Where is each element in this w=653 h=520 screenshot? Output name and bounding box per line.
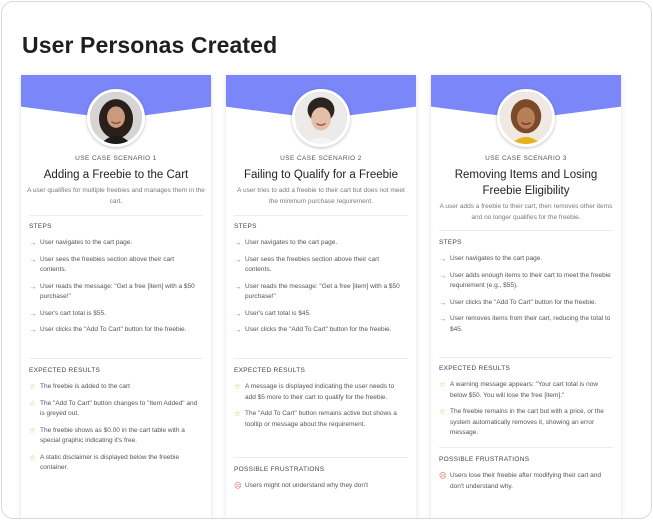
scenario-description: A user adds a freebie to their cart, the…	[439, 203, 613, 221]
persona-card-2: USE CASE SCENARIO 2 Failing to Qualify f…	[226, 75, 416, 518]
step-item: → User's cart total is $45.	[234, 308, 311, 318]
arrow-right-icon: →	[234, 325, 242, 334]
divider	[234, 358, 408, 359]
steps-heading: STEPS	[29, 223, 52, 230]
avatar	[497, 89, 555, 147]
steps-list: → User navigates to the cart page. → User …	[234, 238, 406, 336]
frustrations-heading: POSSIBLE FRUSTRATIONS	[234, 466, 325, 473]
expected-item: ☆ A static disclaimer is displayed below …	[29, 452, 180, 472]
scenario-title: Adding a Freebie to the Cart	[43, 169, 189, 181]
expected-heading: EXPECTED RESULTS	[439, 365, 511, 372]
scenario-description: A user tries to add a freebie to their c…	[237, 187, 405, 205]
divider	[234, 215, 408, 216]
steps-heading: STEPS	[439, 239, 462, 246]
arrow-right-icon: →	[439, 270, 447, 280]
star-icon: ☆	[234, 382, 241, 391]
step-item: → User adds enough items to their cart to…	[439, 270, 611, 290]
step-item: → User clicks the "Add To Cart" button fo…	[29, 325, 187, 334]
divider	[439, 357, 613, 358]
page-title: User Personas Created	[22, 32, 278, 58]
scenario-title: Removing Items and Losing Freebie Eligib…	[454, 169, 598, 197]
steps-list: → User navigates to the cart page. → User …	[29, 238, 201, 336]
scenario-title: Failing to Qualify for a Freebie	[243, 169, 399, 181]
expected-item: ☆ A message is displayed indicating the u…	[234, 382, 395, 401]
step-item: → User navigates to the cart page.	[29, 238, 133, 247]
step-item: → User reads the message: "Get a free [it…	[29, 281, 195, 301]
expected-item: ☆ The "Add To Cart" button remains active…	[234, 409, 397, 428]
arrow-right-icon: →	[29, 325, 37, 334]
divider	[29, 215, 203, 216]
step-item: → User removes items from their cart, red…	[439, 314, 611, 333]
star-icon: ☆	[29, 398, 36, 408]
expected-item: ☆ The freebie remains in the cart but wit…	[439, 407, 604, 436]
expected-item: ☆ The "Add To Cart" button changes to "It…	[29, 398, 198, 418]
expected-item: ☆ The freebie shows as $0.00 in the cart …	[29, 425, 185, 445]
expected-list: ☆ A message is displayed indicating the u…	[234, 382, 406, 430]
arrow-right-icon: →	[29, 308, 37, 318]
arrow-right-icon: →	[234, 238, 242, 247]
scenario-label: USE CASE SCENARIO 1	[75, 155, 157, 162]
frustrations-list: ☹ Users lose their freebie after modifyin…	[439, 471, 611, 492]
frustrations-list: ☹ Users might not understand why they don…	[234, 481, 406, 492]
divider	[234, 457, 408, 458]
divider	[439, 447, 613, 448]
star-icon: ☆	[439, 407, 446, 416]
star-icon: ☆	[439, 380, 446, 389]
steps-list: → User navigates to the cart page. → User …	[439, 254, 611, 335]
step-item: → User's cart total is $55.	[29, 308, 106, 318]
frustration-item: ☹ Users lose their freebie after modifyin…	[439, 471, 602, 490]
persona-card-1: USE CASE SCENARIO 1 Adding a Freebie to …	[21, 75, 211, 518]
star-icon: ☆	[29, 425, 36, 435]
persona-card-3: USE CASE SCENARIO 3 Removing Items and L…	[431, 75, 621, 518]
arrow-right-icon: →	[234, 308, 242, 318]
arrow-right-icon: →	[29, 254, 37, 264]
step-item: → User clicks the "Add To Cart" button fo…	[439, 297, 597, 307]
expected-item: ☆ A warning message appears: "Your cart t…	[439, 380, 599, 399]
divider	[439, 230, 613, 231]
divider	[29, 358, 203, 359]
step-item: → User clicks the "Add To Cart" button fo…	[234, 325, 392, 334]
arrow-right-icon: →	[234, 281, 242, 291]
arrow-right-icon: →	[439, 254, 447, 263]
personas-panel: User Personas Created USE CASE SCENARIO …	[1, 1, 652, 519]
frustrations-heading: POSSIBLE FRUSTRATIONS	[439, 456, 530, 463]
step-item: → User navigates to the cart page.	[439, 254, 543, 263]
expected-item: ☆ The freebie is added to the cart	[29, 382, 130, 391]
scenario-label: USE CASE SCENARIO 2	[280, 155, 362, 162]
step-item: → User reads the message: "Get a free [it…	[234, 281, 400, 301]
expected-list: ☆ A warning message appears: "Your cart t…	[439, 380, 611, 439]
scenario-label: USE CASE SCENARIO 3	[485, 155, 567, 162]
star-icon: ☆	[29, 452, 36, 462]
star-icon: ☆	[234, 409, 241, 418]
frustration-item: ☹ Users might not understand why they don…	[234, 481, 369, 490]
arrow-right-icon: →	[439, 314, 447, 323]
avatar	[87, 89, 145, 147]
star-icon: ☆	[29, 382, 36, 391]
step-item: → User sees the freebies section above th…	[29, 254, 175, 274]
arrow-right-icon: →	[29, 281, 37, 291]
step-item: → User sees the freebies section above th…	[234, 254, 380, 274]
arrow-right-icon: →	[439, 297, 447, 307]
sad-face-icon: ☹	[234, 481, 242, 490]
steps-heading: STEPS	[234, 223, 257, 230]
avatar	[292, 89, 350, 147]
step-item: → User navigates to the cart page.	[234, 238, 338, 247]
expected-heading: EXPECTED RESULTS	[234, 367, 306, 374]
expected-heading: EXPECTED RESULTS	[29, 367, 101, 374]
expected-list: ☆ The freebie is added to the cart ☆ The "…	[29, 382, 201, 474]
scenario-description: A user qualifies for multiple freebies a…	[27, 187, 205, 205]
arrow-right-icon: →	[234, 254, 242, 264]
arrow-right-icon: →	[29, 238, 37, 247]
sad-face-icon: ☹	[439, 471, 447, 480]
